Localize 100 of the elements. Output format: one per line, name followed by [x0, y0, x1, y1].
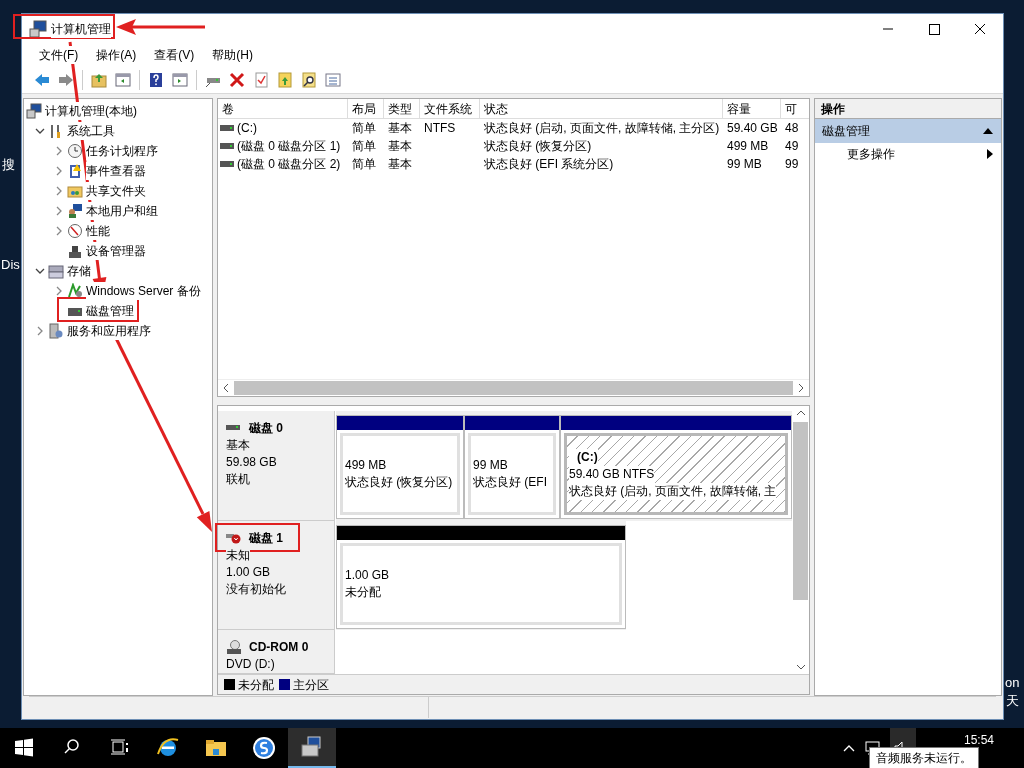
column-header[interactable]: 可	[781, 99, 809, 118]
submenu-arrow-icon[interactable]	[987, 149, 993, 159]
partition-block[interactable]: 499 MB 状态良好 (恢复分区)	[336, 415, 464, 519]
tree-item[interactable]: 系统工具	[67, 122, 115, 140]
tree-item[interactable]: 存储	[67, 262, 91, 280]
storage-icon	[48, 263, 64, 279]
window-title: 计算机管理	[51, 20, 111, 38]
table-cell-text: 基本	[388, 156, 412, 173]
delete-icon[interactable]	[228, 70, 246, 89]
partition-block[interactable]: (C:) 59.40 GB NTFS 状态良好 (启动, 页面文件, 故障转储, 主	[560, 415, 792, 519]
partition-status: 状态良好 (启动, 页面文件, 故障转储, 主	[569, 482, 777, 500]
backup-icon	[67, 283, 83, 299]
column-header[interactable]: 容量	[723, 99, 781, 118]
legend-label: 主分区	[293, 676, 329, 694]
tree-item[interactable]: 事件查看器	[86, 162, 146, 180]
tree-item[interactable]: 计算机管理(本地)	[45, 102, 137, 120]
cd-drive-icon	[226, 640, 242, 654]
column-header[interactable]: 状态	[480, 99, 723, 118]
table-cell-text: 59.40 GB	[727, 120, 778, 137]
pane-toggle-icon[interactable]	[171, 70, 189, 89]
table-cell-text: 499 MB	[727, 138, 769, 155]
tree-item[interactable]: 设备管理器	[86, 242, 146, 260]
tree-item[interactable]: Windows Server 备份	[86, 282, 201, 300]
collapse-chevron-icon[interactable]	[35, 266, 45, 276]
table-cell-text: (磁盘 0 磁盘分区 1)	[237, 138, 341, 155]
section-title: 磁盘管理	[822, 123, 870, 140]
table-cell-text: 48	[785, 120, 799, 137]
disk-info: 联机	[226, 471, 250, 488]
server-icon	[48, 323, 64, 339]
expand-chevron-icon[interactable]	[54, 226, 64, 236]
table-cell-text: 状态良好 (启动, 页面文件, 故障转储, 主分区)	[484, 120, 720, 137]
disk-info: DVD (D:)	[226, 656, 275, 673]
desktop-icon-label: Dis	[1, 258, 20, 271]
column-header[interactable]: 类型	[384, 99, 420, 118]
table-cell-text: 99 MB	[727, 156, 762, 173]
disk-info: 基本	[226, 437, 250, 454]
partition-size: 59.40 GB NTFS	[569, 465, 655, 483]
table-cell-text: 99	[785, 156, 799, 173]
drive-icon	[220, 141, 234, 151]
collapse-triangle-icon[interactable]	[983, 127, 993, 135]
disk-info: 没有初始化	[226, 580, 286, 598]
tree-item[interactable]: 本地用户和组	[86, 202, 158, 220]
table-cell-text: 简单	[352, 120, 376, 137]
table-cell-text: NTFS	[424, 120, 456, 137]
table-cell-text: 状态良好 (恢复分区)	[484, 138, 592, 155]
log-icon	[67, 163, 83, 179]
tree-item[interactable]: 性能	[86, 222, 110, 240]
column-header[interactable]: 卷	[218, 99, 348, 118]
partition-status: 状态良好 (EFI	[473, 474, 547, 491]
partition-block[interactable]: 1.00 GB 未分配	[336, 524, 626, 629]
tree-item[interactable]: 服务和应用程序	[67, 322, 151, 340]
partition-block[interactable]: 99 MB 状态良好 (EFI	[464, 415, 560, 519]
expand-chevron-icon[interactable]	[54, 186, 64, 196]
expand-chevron-icon[interactable]	[35, 326, 45, 336]
scrollbar-thumb[interactable]	[234, 381, 793, 395]
actions-section[interactable]: 磁盘管理	[815, 119, 1001, 143]
drive-icon	[220, 123, 234, 133]
help-icon[interactable]	[147, 70, 165, 89]
desktop-icon-label: 搜	[2, 158, 15, 171]
table-cell-text: 简单	[352, 138, 376, 155]
tooltip: 音频服务未运行。	[869, 747, 979, 768]
column-header[interactable]: 文件系统	[420, 99, 480, 118]
actions-header: 操作	[815, 99, 1001, 119]
device-icon	[67, 243, 83, 259]
scrollbar-thumb[interactable]	[793, 422, 808, 600]
export-icon[interactable]	[276, 70, 294, 89]
column-header[interactable]: 布局	[348, 99, 384, 118]
table-cell-text: 基本	[388, 138, 412, 155]
tree-item[interactable]: 磁盘管理	[86, 302, 134, 320]
pane-toggle-icon[interactable]	[114, 70, 132, 89]
menu-item[interactable]: 查看(V)	[153, 46, 196, 64]
table-cell-text: (C:)	[237, 120, 257, 137]
users-icon	[67, 203, 83, 219]
menu-item[interactable]: 操作(A)	[95, 46, 138, 64]
menu-item[interactable]: 文件(F)	[38, 46, 80, 64]
watermark-text: on	[1005, 676, 1020, 689]
drive-icon	[220, 159, 234, 169]
find-icon[interactable]	[300, 70, 318, 89]
expand-chevron-icon[interactable]	[54, 286, 64, 296]
table-cell-text: 基本	[388, 120, 412, 137]
tree-item[interactable]: 共享文件夹	[86, 182, 146, 200]
expand-chevron-icon[interactable]	[54, 166, 64, 176]
properties-icon[interactable]	[252, 70, 270, 89]
tree-item[interactable]: 任务计划程序	[86, 142, 158, 160]
clock-icon	[67, 143, 83, 159]
clock-time[interactable]: 15:54	[963, 731, 994, 749]
s-logo-icon[interactable]	[250, 734, 278, 762]
legend-label: 未分配	[238, 676, 274, 694]
table-cell-text: 49	[785, 138, 799, 155]
expand-chevron-icon[interactable]	[54, 206, 64, 216]
partition-name: (C:)	[569, 448, 598, 466]
collapse-chevron-icon[interactable]	[35, 126, 45, 136]
expand-chevron-icon[interactable]	[54, 146, 64, 156]
table-cell-text: 简单	[352, 156, 376, 173]
computer-icon	[26, 103, 42, 119]
menu-item[interactable]: 帮助(H)	[211, 46, 254, 64]
watermark-text: 天	[1006, 694, 1019, 707]
partition-status: 状态良好 (恢复分区)	[345, 474, 453, 491]
computer-icon	[29, 20, 47, 38]
action-link[interactable]: 更多操作	[847, 145, 895, 163]
